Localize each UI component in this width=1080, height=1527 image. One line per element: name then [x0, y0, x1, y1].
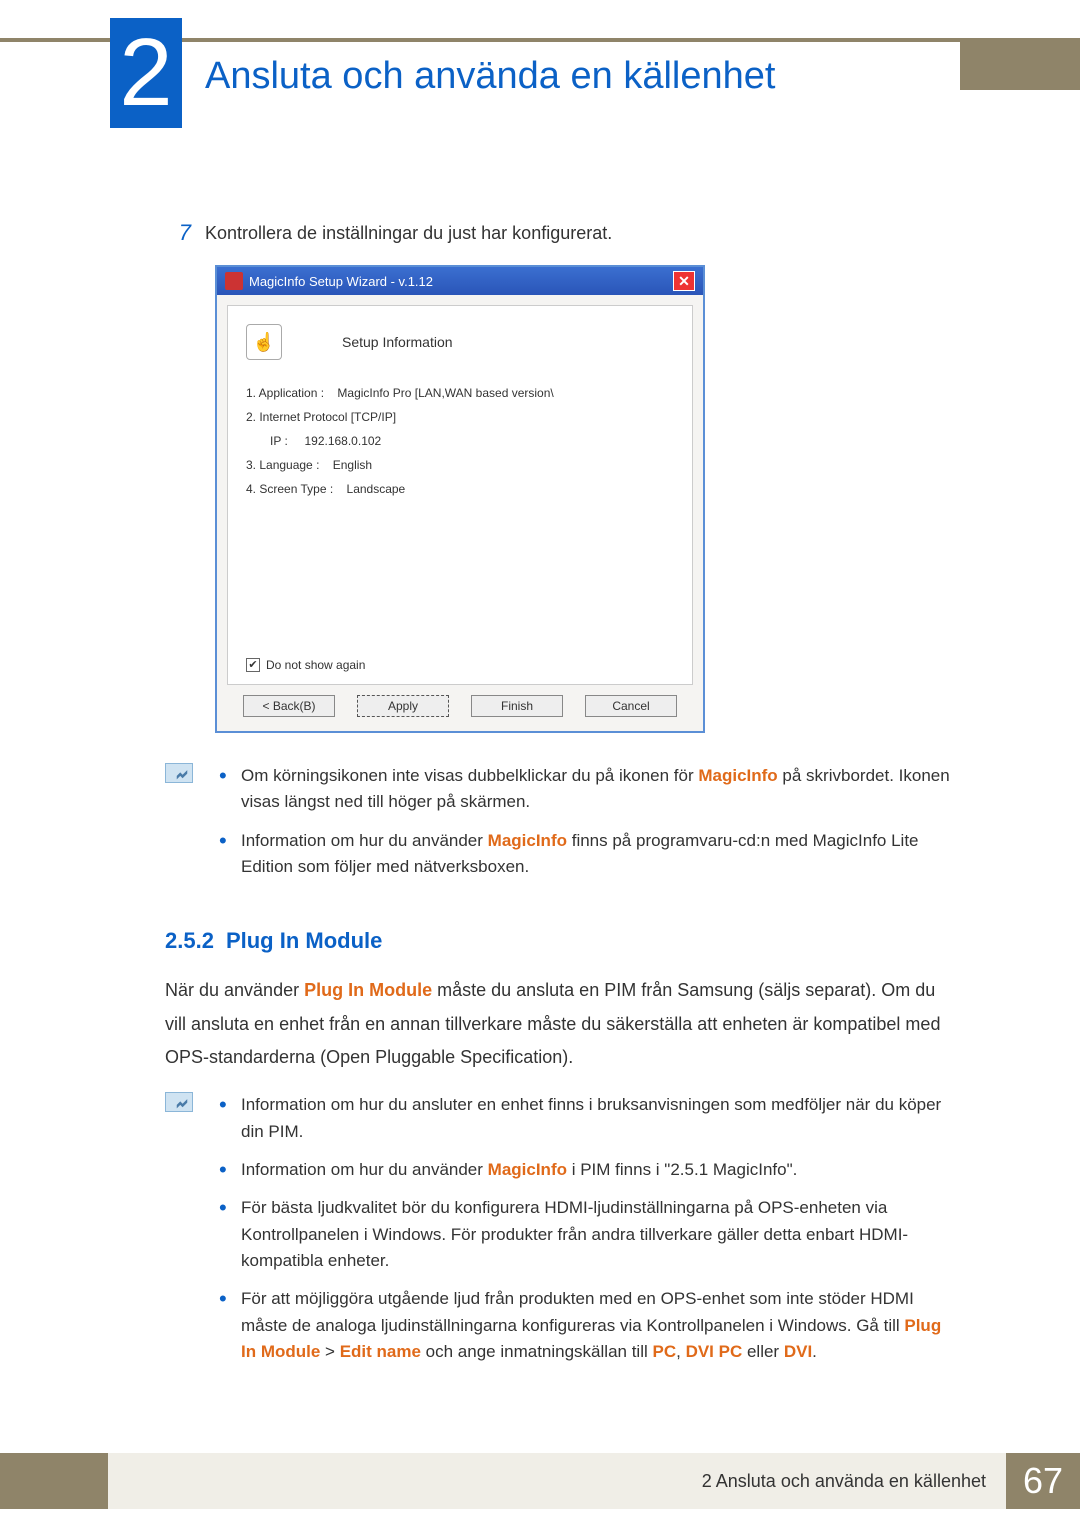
edit-name-keyword: Edit name	[340, 1342, 421, 1361]
magicinfo-wizard-dialog: MagicInfo Setup Wizard - v.1.12 ✕ ☝ Setu…	[215, 265, 705, 733]
cancel-button[interactable]: Cancel	[585, 695, 677, 717]
plug-in-module-keyword: Plug In Module	[304, 980, 432, 1000]
plug-in-module-paragraph: När du använder Plug In Module måste du …	[165, 974, 960, 1074]
footer: 2 Ansluta och använda en källenhet 67	[0, 1453, 1080, 1509]
section-heading-plug-in-module: 2.5.2 Plug In Module	[165, 928, 960, 954]
note2-item1: Information om hur du ansluter en enhet …	[219, 1092, 960, 1145]
apply-button[interactable]: Apply	[357, 695, 449, 717]
do-not-show-again-row[interactable]: ✔ Do not show again	[246, 658, 365, 672]
note-icon	[165, 1092, 193, 1112]
close-icon[interactable]: ✕	[673, 271, 695, 291]
wizard-button-row: < Back(B) Apply Finish Cancel	[217, 695, 703, 731]
step-7-row: 7 Kontrollera de inställningar du just h…	[165, 220, 960, 247]
note2-item3: För bästa ljudkvalitet bör du konfigurer…	[219, 1195, 960, 1274]
dvi-keyword: DVI	[784, 1342, 812, 1361]
back-button[interactable]: < Back(B)	[243, 695, 335, 717]
note1-item1: Om körningsikonen inte visas dubbelklick…	[219, 763, 960, 816]
checkbox-icon[interactable]: ✔	[246, 658, 260, 672]
pc-keyword: PC	[652, 1342, 676, 1361]
step-text: Kontrollera de inställningar du just har…	[205, 220, 612, 247]
setup-information-heading: Setup Information	[342, 334, 453, 350]
info-screen-type: 4. Screen Type : Landscape	[246, 482, 674, 496]
dvi-pc-keyword: DVI PC	[686, 1342, 743, 1361]
wizard-app-icon	[225, 272, 243, 290]
wizard-title-text: MagicInfo Setup Wizard - v.1.12	[249, 274, 433, 289]
note-icon	[165, 763, 193, 783]
info-ip: IP : 192.168.0.102	[270, 434, 674, 448]
note2-item4: För att möjliggöra utgående ljud från pr…	[219, 1286, 960, 1365]
chapter-title: Ansluta och använda en källenhet	[205, 55, 775, 98]
note-block-1: Om körningsikonen inte visas dubbelklick…	[165, 763, 960, 892]
hand-cursor-icon: ☝	[246, 324, 282, 360]
section-title: Plug In Module	[226, 928, 382, 953]
top-accent-block	[960, 42, 1080, 90]
info-application: 1. Application : MagicInfo Pro [LAN,WAN …	[246, 386, 674, 400]
magicinfo-keyword: MagicInfo	[488, 1160, 567, 1179]
checkbox-label: Do not show again	[266, 658, 365, 672]
step-number: 7	[165, 220, 205, 247]
wizard-titlebar: MagicInfo Setup Wizard - v.1.12 ✕	[217, 267, 703, 295]
section-number: 2.5.2	[165, 928, 214, 953]
note2-item2: Information om hur du använder MagicInfo…	[219, 1157, 960, 1183]
note1-item2: Information om hur du använder MagicInfo…	[219, 828, 960, 881]
finish-button[interactable]: Finish	[471, 695, 563, 717]
chapter-number: 2	[110, 18, 182, 128]
footer-text: 2 Ansluta och använda en källenhet	[108, 1453, 1006, 1509]
magicinfo-keyword: MagicInfo	[488, 831, 567, 850]
page-content: 7 Kontrollera de inställningar du just h…	[165, 220, 960, 1377]
info-tcpip: 2. Internet Protocol [TCP/IP]	[246, 410, 674, 424]
footer-accent	[0, 1453, 108, 1509]
note-block-2: Information om hur du ansluter en enhet …	[165, 1092, 960, 1377]
wizard-body: ☝ Setup Information 1. Application : Mag…	[227, 305, 693, 685]
info-language: 3. Language : English	[246, 458, 674, 472]
page-number: 67	[1006, 1453, 1080, 1509]
magicinfo-keyword: MagicInfo	[698, 766, 777, 785]
